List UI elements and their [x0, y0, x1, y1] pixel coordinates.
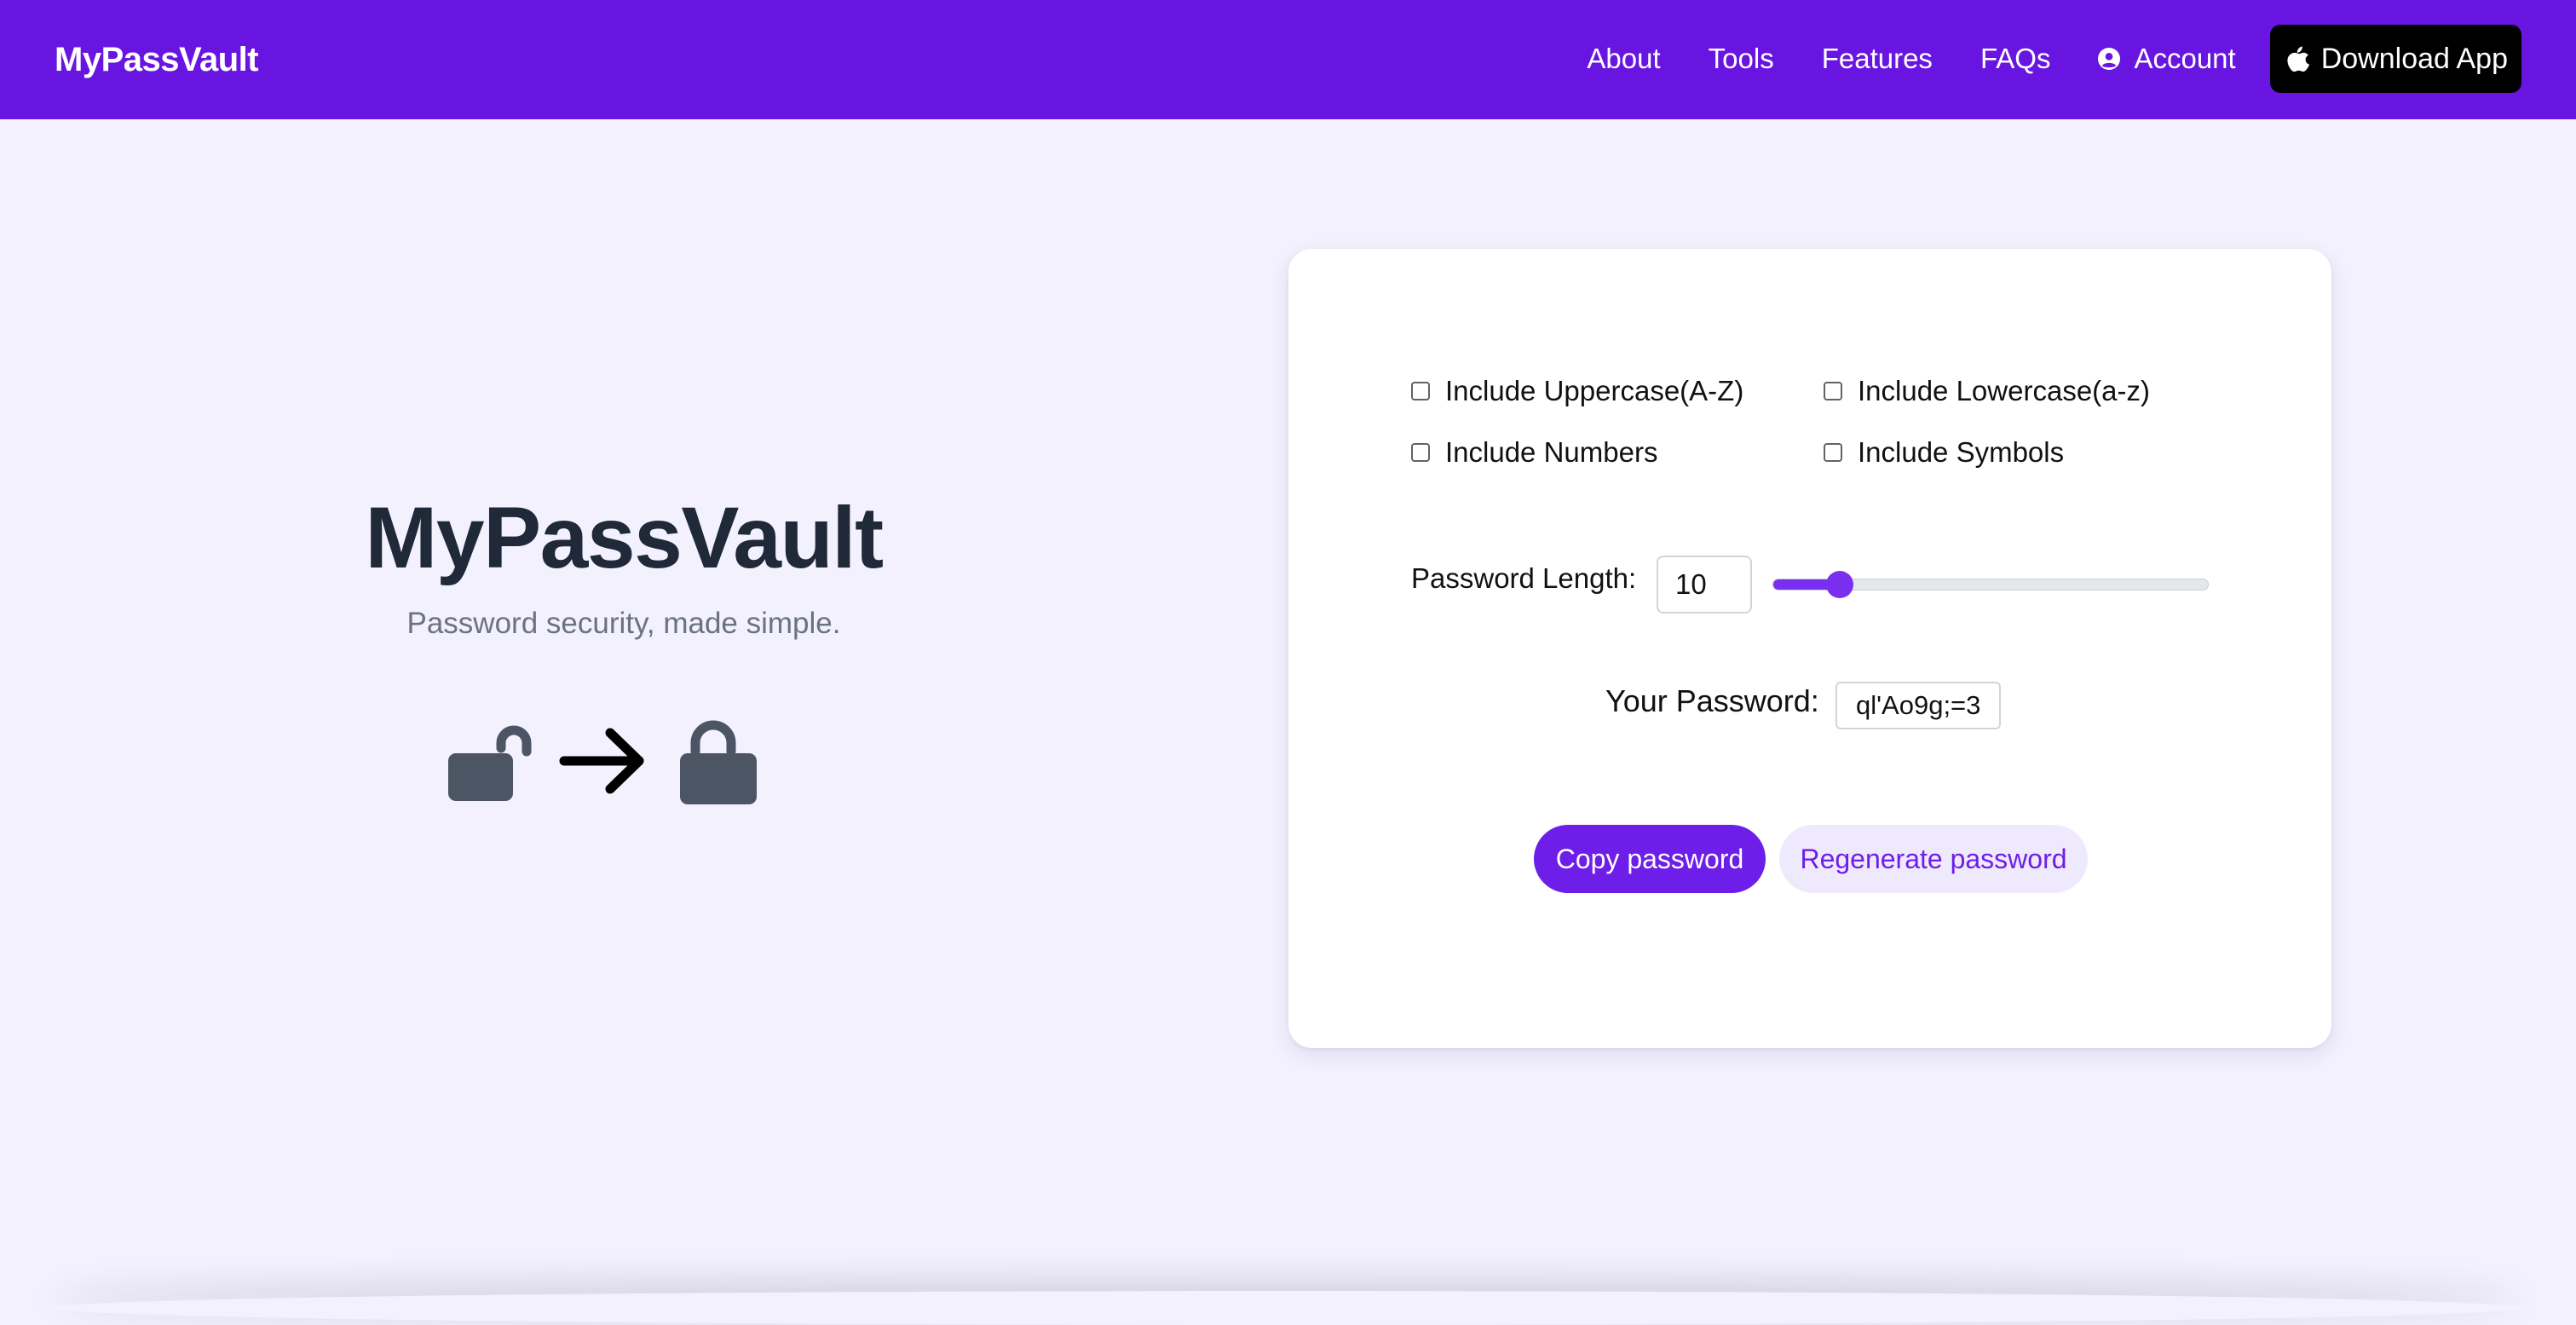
option-symbols[interactable]: Include Symbols: [1824, 436, 2064, 469]
brand-logo-link[interactable]: MyPassVault: [55, 0, 259, 119]
arrow-right-icon: [559, 728, 644, 794]
locked-padlock-icon: [680, 720, 757, 804]
numbers-checkbox[interactable]: [1411, 443, 1430, 462]
apple-icon: [2287, 46, 2309, 72]
footer-shadow: [51, 1291, 2522, 1325]
hero-lock-graphic: [448, 720, 757, 804]
option-uppercase[interactable]: Include Uppercase(A-Z): [1411, 375, 1743, 407]
symbols-label: Include Symbols: [1858, 436, 2065, 468]
nav-link-features[interactable]: Features: [1822, 43, 1933, 75]
password-length-slider[interactable]: [1772, 564, 2209, 605]
nav-link-tools[interactable]: Tools: [1709, 43, 1774, 75]
symbols-checkbox[interactable]: [1824, 443, 1842, 462]
hero-subtitle: Password security, made simple.: [406, 607, 841, 640]
nav-link-account-label: Account: [2134, 43, 2236, 74]
uppercase-checkbox[interactable]: [1411, 382, 1430, 400]
password-generator-card: Include Uppercase(A-Z) Include Lowercase…: [1288, 249, 2331, 1048]
nav-link-account[interactable]: Account: [2098, 43, 2236, 75]
download-app-button[interactable]: Download App: [2269, 25, 2521, 93]
lowercase-checkbox[interactable]: [1824, 382, 1842, 400]
numbers-label: Include Numbers: [1445, 436, 1658, 468]
download-app-label: Download App: [2320, 42, 2508, 75]
nav-links: About Tools Features FAQs Account Downlo…: [1587, 25, 2521, 93]
top-navbar: MyPassVault About Tools Features FAQs Ac…: [0, 0, 2576, 119]
lowercase-label: Include Lowercase(a-z): [1858, 375, 2150, 406]
nav-link-faqs[interactable]: FAQs: [1980, 43, 2051, 75]
password-output-field[interactable]: ql'Ao9g;=3: [1835, 682, 2002, 729]
hero-title: MyPassVault: [365, 489, 884, 586]
option-numbers[interactable]: Include Numbers: [1411, 436, 1657, 469]
user-circle-icon: [2098, 48, 2121, 70]
uppercase-label: Include Uppercase(A-Z): [1445, 375, 1744, 406]
unlocked-padlock-icon: [448, 725, 532, 801]
option-lowercase[interactable]: Include Lowercase(a-z): [1824, 375, 2150, 407]
regenerate-password-button[interactable]: Regenerate password: [1779, 825, 2088, 893]
password-length-label: Password Length:: [1411, 562, 1637, 594]
your-password-label: Your Password:: [1605, 683, 1819, 718]
copy-password-button[interactable]: Copy password: [1534, 825, 1766, 893]
nav-link-about[interactable]: About: [1587, 43, 1660, 75]
password-length-input[interactable]: 10: [1657, 556, 1752, 614]
slider-thumb[interactable]: [1826, 571, 1853, 598]
